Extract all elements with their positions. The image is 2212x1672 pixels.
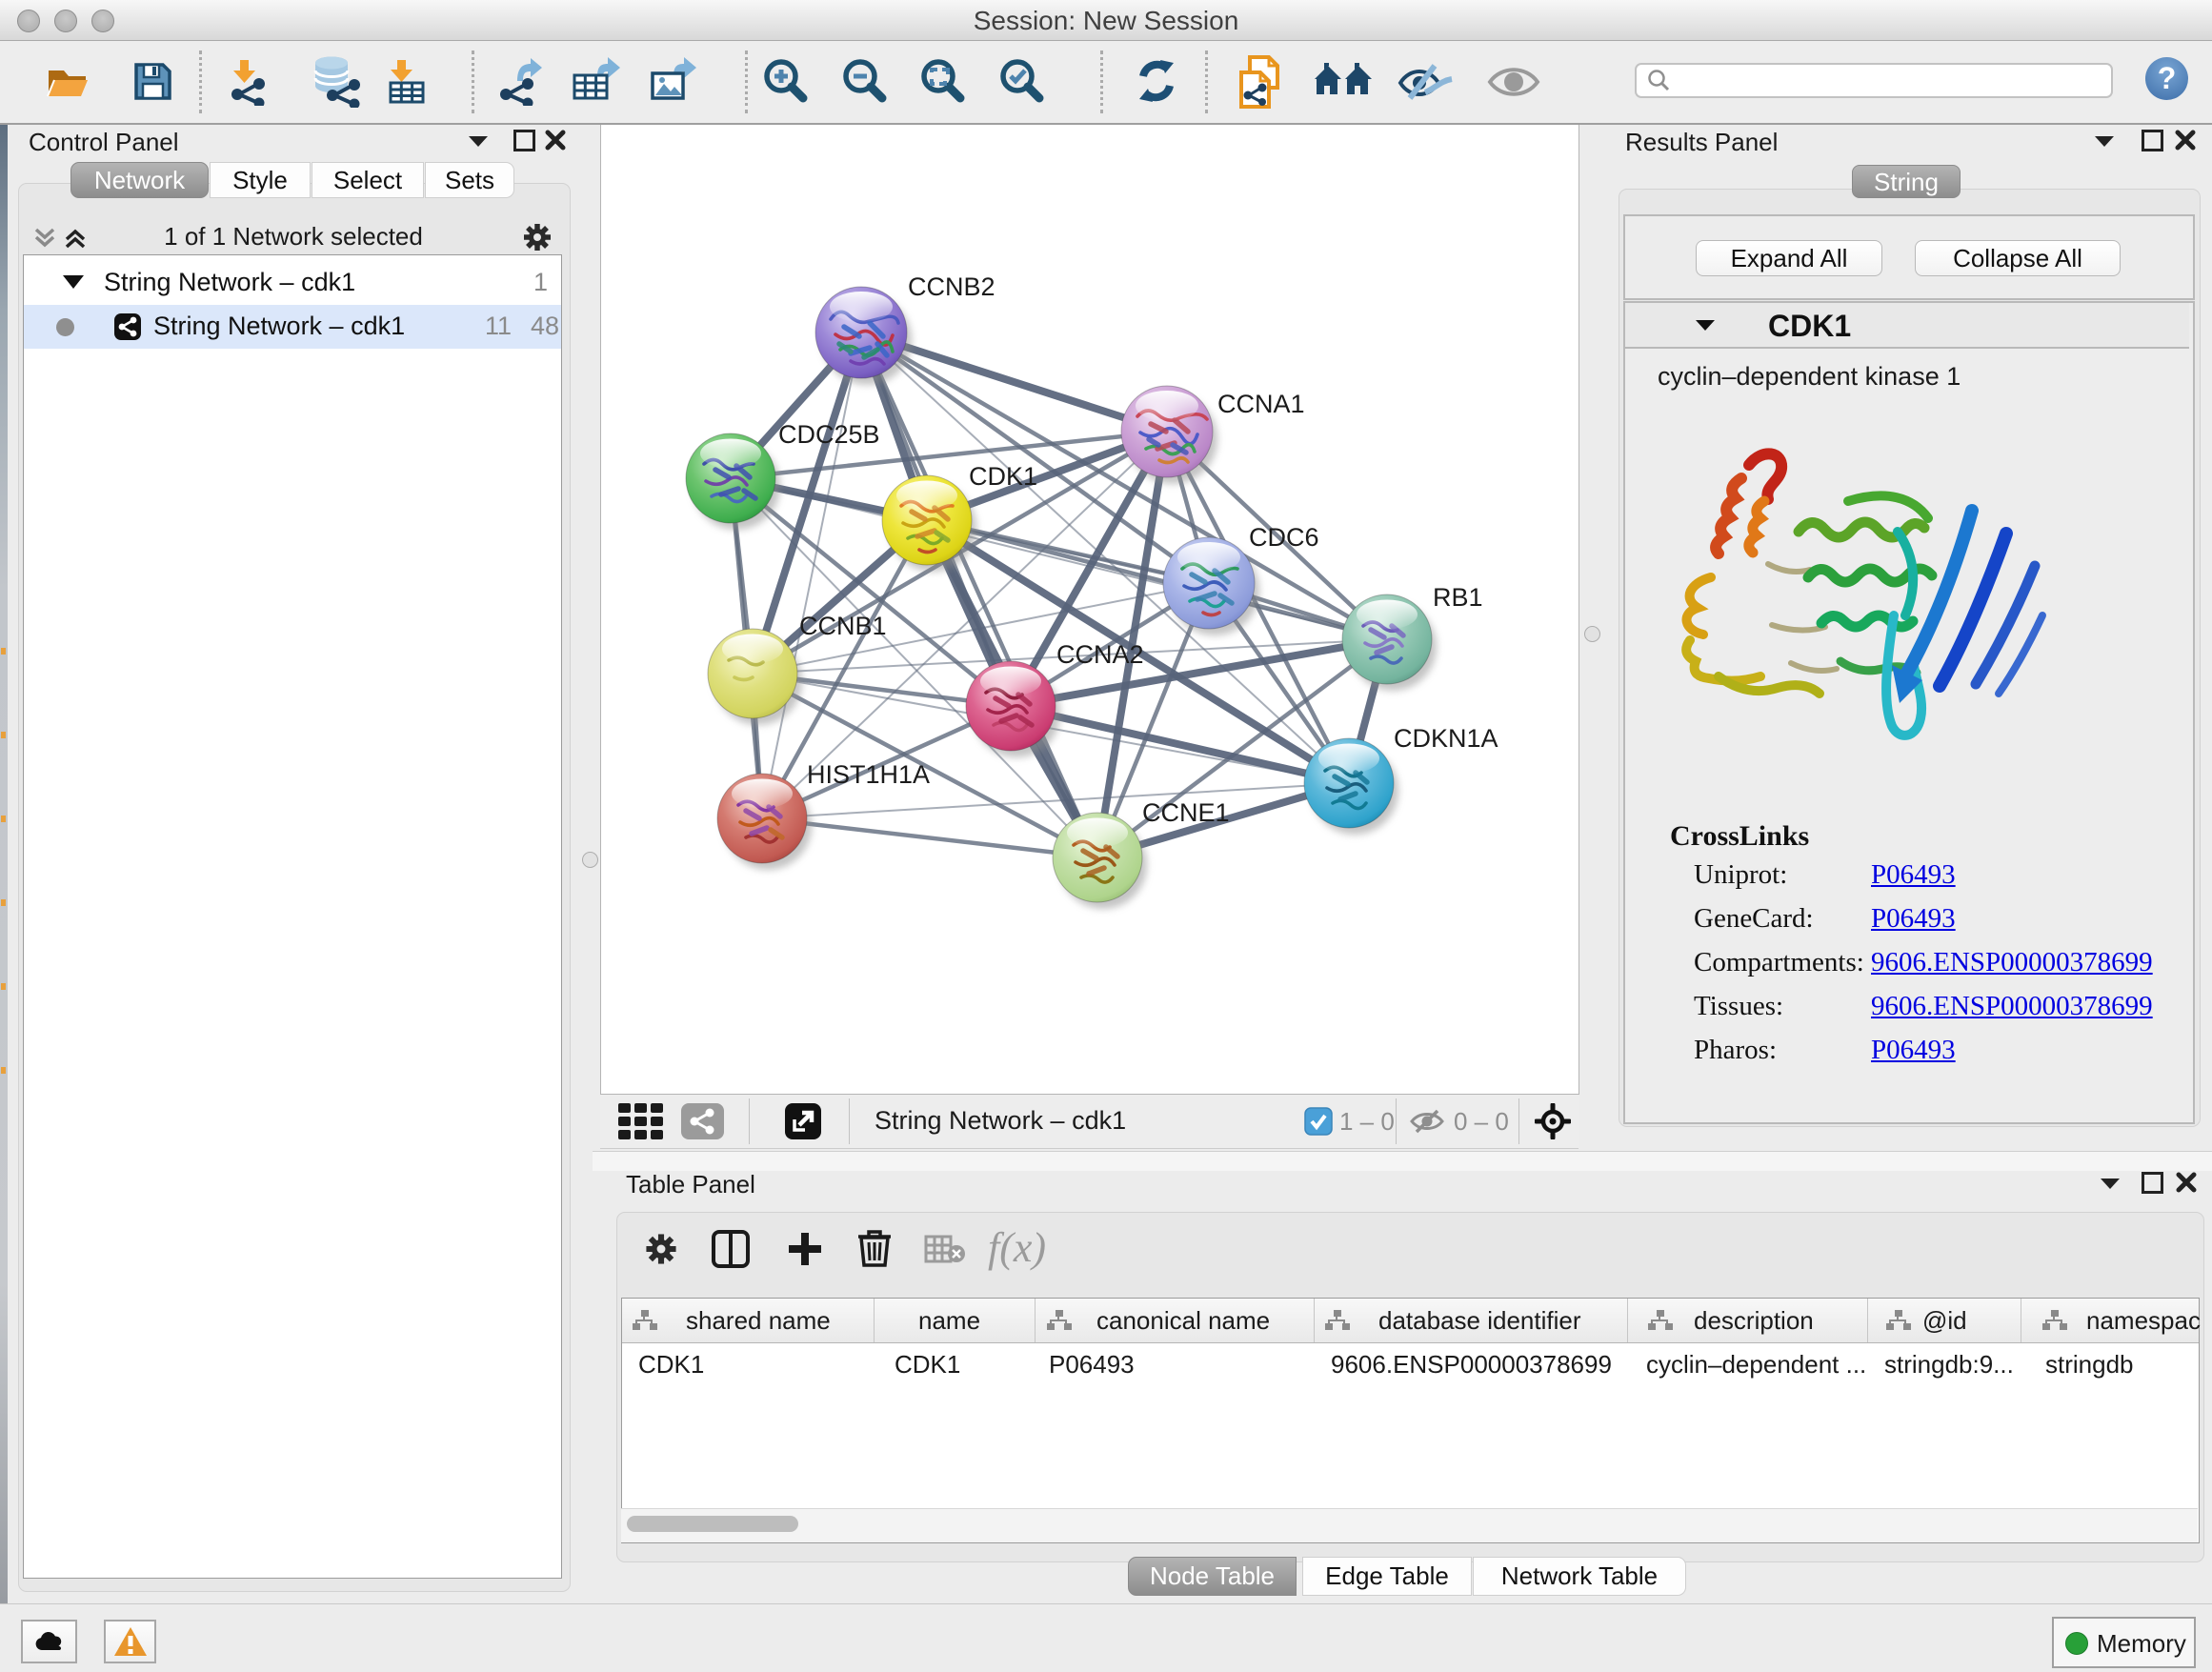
svg-text:CCNE1: CCNE1 [1142,798,1230,827]
svg-text:CDK1: CDK1 [969,462,1037,491]
svg-text:CDKN1A: CDKN1A [1394,724,1498,753]
svg-text:CDC6: CDC6 [1249,523,1319,552]
svg-text:HIST1H1A: HIST1H1A [807,760,930,789]
svg-text:CCNB2: CCNB2 [908,272,995,301]
svg-text:CCNA2: CCNA2 [1056,640,1144,669]
svg-text:CDC25B: CDC25B [778,420,880,449]
svg-text:CCNA1: CCNA1 [1217,390,1305,418]
svg-text:RB1: RB1 [1433,583,1483,612]
svg-text:CCNB1: CCNB1 [799,612,887,640]
